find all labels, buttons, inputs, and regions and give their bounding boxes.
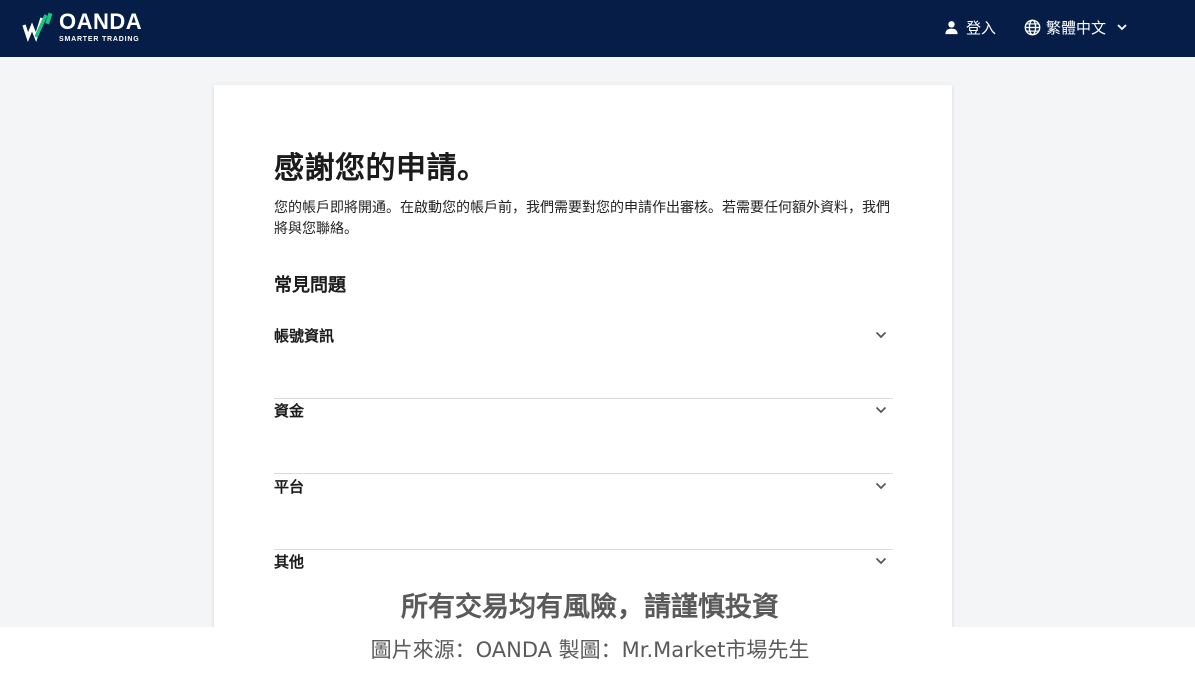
language-selector[interactable]: 繁體中文 bbox=[1024, 16, 1128, 38]
faq-item-account-info[interactable]: 帳號資訊 bbox=[274, 324, 893, 399]
top-nav-bar: OANDA SMARTER TRADING 登入 繁體中文 bbox=[0, 0, 1195, 57]
faq-item-label: 平台 bbox=[274, 478, 305, 496]
faq-item-label: 資金 bbox=[274, 402, 305, 420]
chevron-down-icon bbox=[875, 557, 887, 565]
login-label: 登入 bbox=[966, 18, 997, 37]
user-icon bbox=[945, 20, 958, 34]
oanda-logo-icon bbox=[22, 12, 53, 42]
risk-warning-caption: 所有交易均有風險，請謹慎投資 bbox=[401, 592, 779, 623]
page-title: 感謝您的申請。 bbox=[274, 151, 488, 186]
language-label: 繁體中文 bbox=[1046, 18, 1107, 37]
confirmation-description: 您的帳戶即將開通。在啟動您的帳戶前，我們需要對您的申請作出審核。若需要任何額外資… bbox=[274, 200, 890, 237]
application-confirmation-card: 感謝您的申請。 您的帳戶即將開通。在啟動您的帳戶前，我們需要對您的申請作出審核。… bbox=[214, 85, 952, 645]
faq-item-platform[interactable]: 平台 bbox=[274, 475, 893, 550]
oanda-logo[interactable]: OANDA SMARTER TRADING bbox=[22, 8, 142, 46]
chevron-down-icon bbox=[875, 482, 887, 490]
chevron-down-icon bbox=[875, 331, 887, 339]
globe-icon bbox=[1024, 19, 1041, 35]
image-credit-caption: 圖片來源：OANDA 製圖：Mr.Market市場先生 bbox=[370, 638, 810, 662]
faq-heading: 常見問題 bbox=[274, 275, 346, 296]
logo-tagline: SMARTER TRADING bbox=[59, 36, 140, 43]
faq-item-label: 帳號資訊 bbox=[274, 327, 335, 345]
faq-item-label: 其他 bbox=[274, 553, 305, 571]
logo-name: OANDA bbox=[59, 9, 143, 34]
chevron-down-icon bbox=[875, 406, 887, 414]
login-button[interactable]: 登入 bbox=[944, 16, 996, 38]
chevron-down-icon bbox=[1117, 24, 1127, 31]
faq-divider bbox=[274, 473, 893, 474]
faq-item-funding[interactable]: 資金 bbox=[274, 399, 893, 474]
